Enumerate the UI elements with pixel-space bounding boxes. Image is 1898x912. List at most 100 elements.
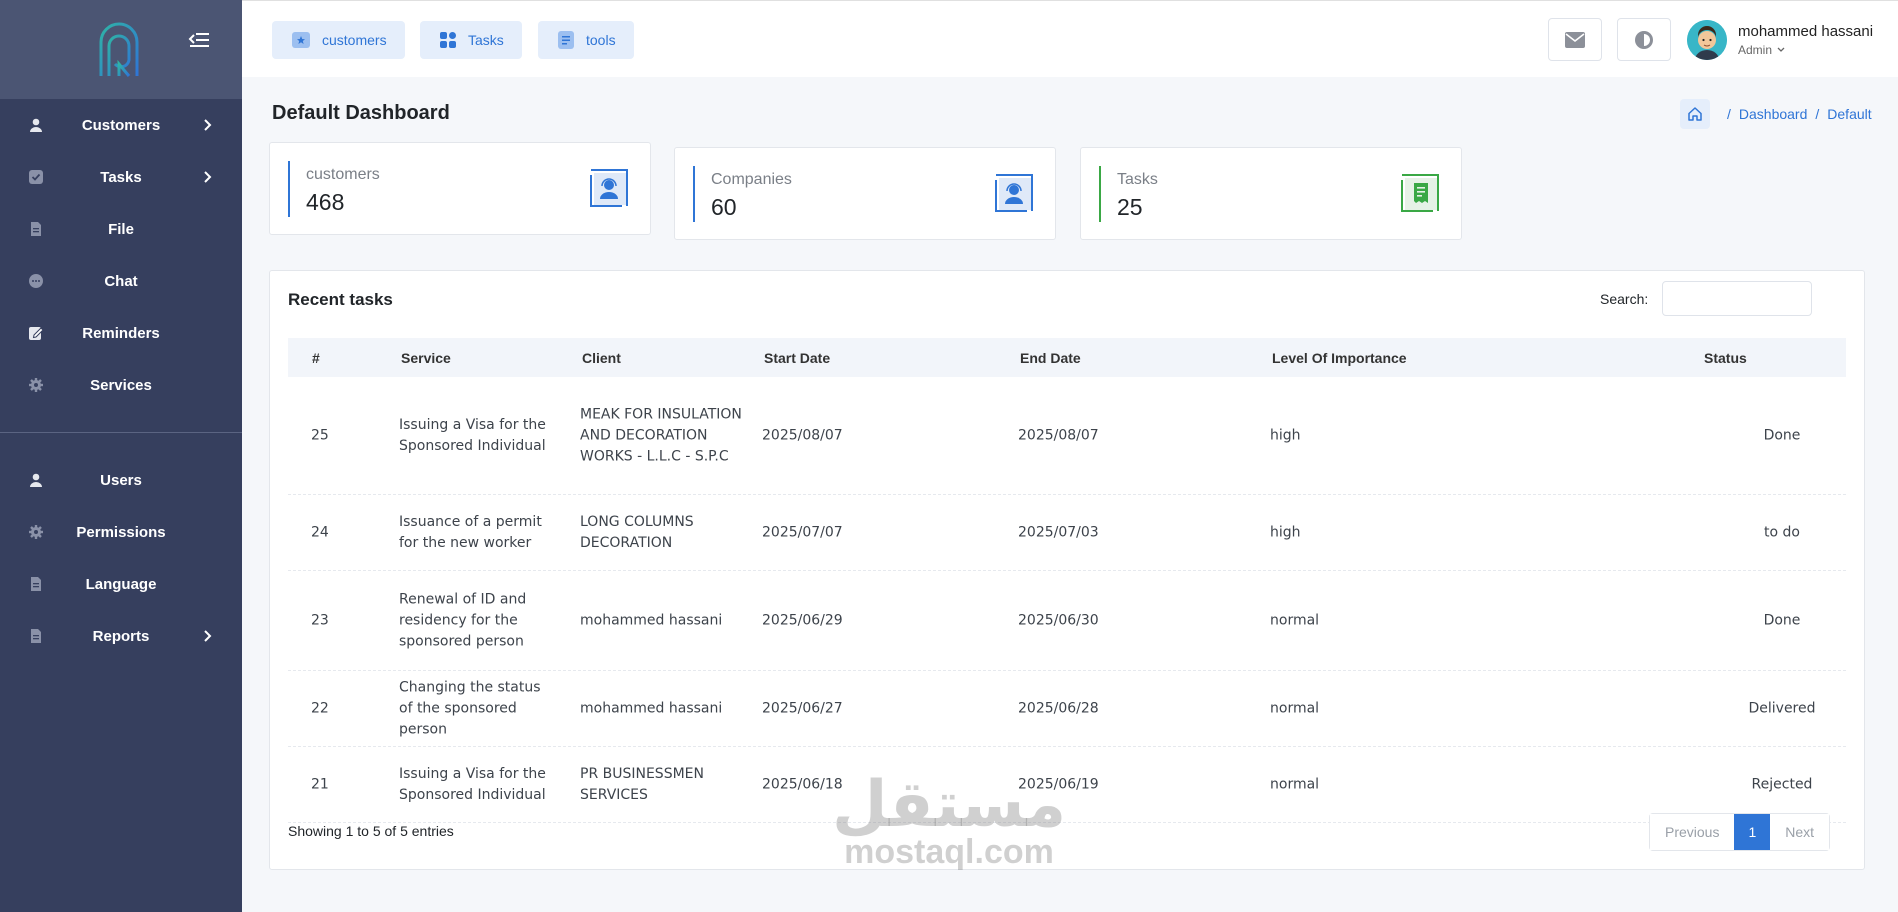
stat-label: Companies	[711, 171, 792, 188]
column-header-status[interactable]: Status	[1704, 350, 1747, 366]
page-title: Default Dashboard	[272, 102, 450, 124]
quick-link-customers[interactable]: customers	[272, 21, 405, 59]
cell-client: MEAK FOR INSULATION AND DECORATION WORKS…	[580, 406, 742, 464]
star-card-icon	[292, 32, 310, 48]
user-role-row: Admin	[1738, 43, 1873, 57]
sidebar-item-permissions[interactable]: Permissions	[0, 506, 242, 558]
quick-link-label: Tasks	[468, 32, 504, 48]
cell-status: Delivered	[1748, 700, 1816, 716]
sidebar: Customers Tasks File Chat Reminders Serv…	[0, 0, 242, 912]
theme-toggle-button[interactable]	[1617, 18, 1671, 61]
cell-client: PR BUSINESSMEN SERVICES	[580, 765, 704, 803]
app-logo	[99, 22, 139, 77]
watermark: مستقل mostaql.com	[832, 770, 1066, 870]
stat-card-tasks: Tasks 25	[1080, 147, 1462, 240]
table-row[interactable]: 22 Changing the status of the sponsored …	[288, 671, 1846, 747]
contrast-icon	[1635, 30, 1653, 49]
watermark-arabic: مستقل	[832, 768, 1067, 842]
pagination-page-1[interactable]: 1	[1734, 814, 1771, 850]
breadcrumb-home-button[interactable]	[1680, 99, 1710, 129]
table-info: Showing 1 to 5 of 5 entries	[288, 823, 454, 839]
sidebar-nav-main: Customers Tasks File Chat Reminders Serv…	[0, 99, 242, 411]
gear-icon	[29, 525, 43, 539]
table-row[interactable]: 24 Issuance of a permit for the new work…	[288, 495, 1846, 571]
table-header: # Service Client Start Date End Date Lev…	[288, 338, 1846, 377]
quick-link-label: tools	[586, 32, 616, 48]
cell-service: Issuance of a permit for the new worker	[399, 513, 542, 551]
messages-button[interactable]	[1548, 18, 1602, 61]
sidebar-header	[0, 0, 242, 99]
cell-status: Done	[1763, 612, 1801, 628]
cell-level: normal	[1270, 776, 1320, 792]
sidebar-collapse-icon[interactable]	[188, 30, 210, 50]
cell-level: high	[1270, 524, 1301, 540]
stat-card-companies: Companies 60	[674, 147, 1056, 240]
sidebar-item-users[interactable]: Users	[0, 454, 242, 506]
sidebar-item-services[interactable]: Services	[0, 359, 242, 411]
quick-link-tasks[interactable]: Tasks	[420, 21, 522, 59]
sidebar-item-chat[interactable]: Chat	[0, 255, 242, 307]
stat-accent-bar	[288, 161, 290, 217]
cell-end-date: 2025/07/03	[1018, 524, 1099, 540]
chat-icon	[29, 274, 43, 288]
mail-icon	[1565, 31, 1585, 48]
chevron-down-icon	[1777, 47, 1785, 52]
breadcrumb-default[interactable]: Default	[1827, 106, 1871, 122]
quick-link-tools[interactable]: tools	[538, 21, 634, 59]
profile-text: mohammed hassani Admin	[1738, 23, 1873, 57]
cell-end-date: 2025/08/07	[1018, 427, 1099, 443]
sidebar-item-reminders[interactable]: Reminders	[0, 307, 242, 359]
document-icon	[558, 31, 574, 49]
sidebar-item-tasks[interactable]: Tasks	[0, 151, 242, 203]
column-header-service[interactable]: Service	[401, 350, 451, 366]
recent-tasks-card: Recent tasks Search: # Service Client St…	[269, 270, 1865, 870]
cell-client: mohammed hassani	[580, 612, 723, 628]
gear-icon	[29, 378, 43, 392]
cell-service: Changing the status of the sponsored per…	[399, 679, 541, 737]
column-header-id[interactable]: #	[312, 350, 320, 366]
quick-link-label: customers	[322, 32, 387, 48]
cell-client: LONG COLUMNS DECORATION	[580, 513, 694, 551]
stat-value: 468	[306, 189, 345, 215]
pagination-next[interactable]: Next	[1770, 814, 1830, 850]
column-header-end-date[interactable]: End Date	[1020, 350, 1081, 366]
receipt-icon	[1401, 174, 1439, 212]
cell-level: high	[1270, 427, 1301, 443]
cell-level: normal	[1270, 612, 1320, 628]
cell-id: 22	[311, 700, 329, 716]
sidebar-item-language[interactable]: Language	[0, 558, 242, 610]
cell-id: 24	[311, 524, 329, 540]
table-row[interactable]: 23 Renewal of ID and residency for the s…	[288, 571, 1846, 671]
chevron-right-icon	[204, 630, 212, 642]
recent-tasks-title: Recent tasks	[288, 290, 393, 309]
breadcrumb-separator: /	[1727, 106, 1731, 122]
watermark-latin: mostaql.com	[844, 833, 1054, 871]
pagination-previous[interactable]: Previous	[1650, 814, 1735, 850]
search-label: Search:	[1600, 291, 1649, 307]
stat-card-customers: customers 468	[269, 142, 651, 235]
stat-value: 25	[1117, 194, 1143, 220]
home-icon	[1688, 107, 1702, 121]
topbar: customers Tasks tools mohammed hassani A…	[242, 0, 1898, 77]
cell-start-date: 2025/06/27	[762, 700, 843, 716]
file-icon	[31, 222, 41, 236]
stat-value: 60	[711, 194, 737, 220]
user-menu[interactable]: mohammed hassani Admin	[1687, 19, 1873, 61]
cell-level: normal	[1270, 700, 1320, 716]
chevron-right-icon	[204, 171, 212, 183]
user-icon	[30, 118, 42, 132]
search-input[interactable]	[1662, 281, 1812, 316]
sidebar-item-file[interactable]: File	[0, 203, 242, 255]
column-header-level[interactable]: Level Of Importance	[1272, 350, 1407, 366]
breadcrumb-separator: /	[1815, 106, 1820, 122]
table-row[interactable]: 25 Issuing a Visa for the Sponsored Indi…	[288, 377, 1846, 495]
breadcrumb-dashboard[interactable]: Dashboard	[1739, 106, 1808, 122]
column-header-client[interactable]: Client	[582, 350, 621, 366]
sidebar-item-customers[interactable]: Customers	[0, 99, 242, 151]
table-row[interactable]: 21 Issuing a Visa for the Sponsored Indi…	[288, 747, 1846, 823]
column-header-start-date[interactable]: Start Date	[764, 350, 830, 366]
cell-status: Rejected	[1751, 776, 1813, 792]
cell-status: to do	[1764, 524, 1800, 540]
sidebar-item-reports[interactable]: Reports	[0, 610, 242, 662]
cell-start-date: 2025/08/07	[762, 427, 843, 443]
